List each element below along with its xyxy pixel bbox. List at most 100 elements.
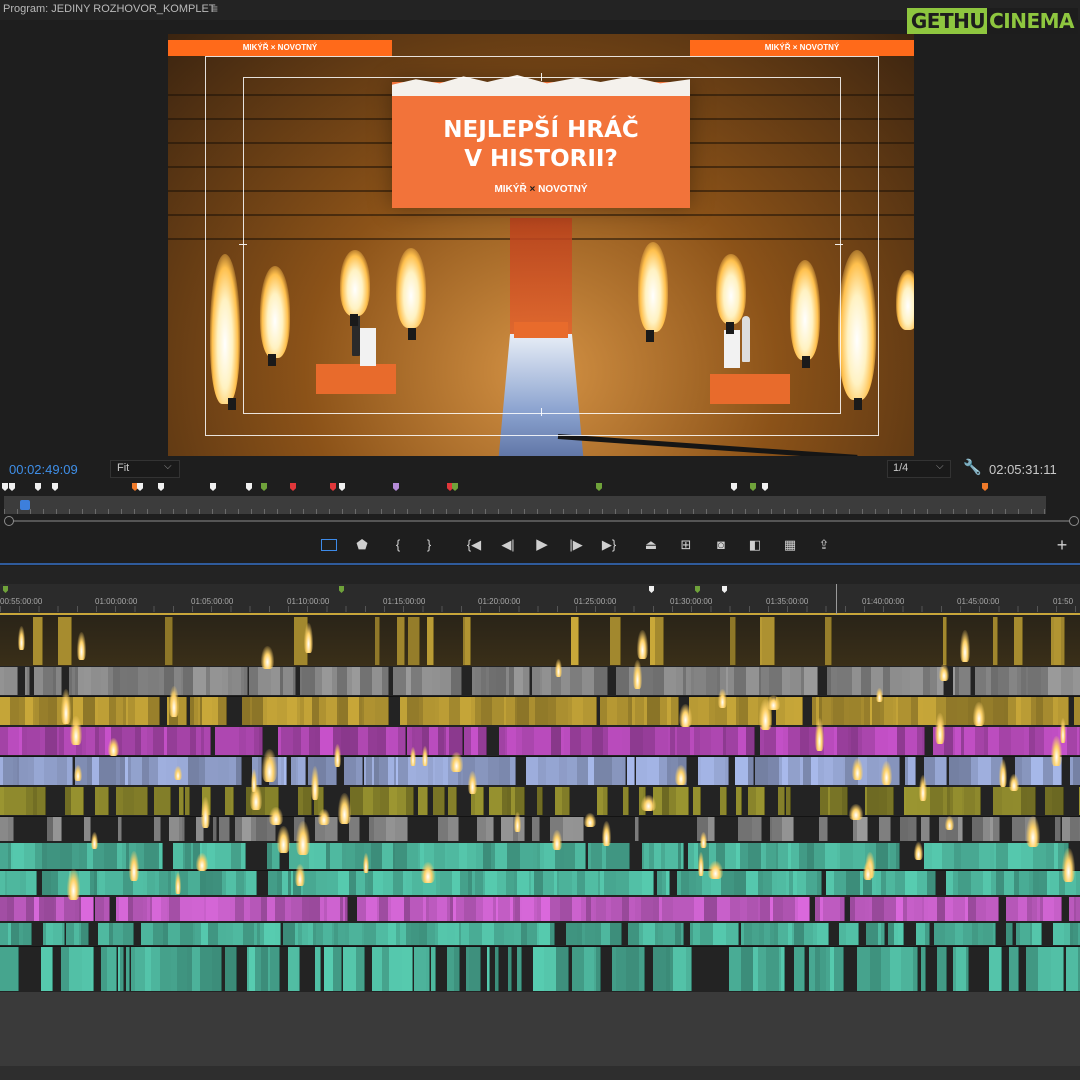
clip[interactable] [252,787,266,815]
clip[interactable] [349,923,363,945]
clip[interactable] [27,727,41,755]
clip[interactable] [0,947,14,991]
clip[interactable] [550,817,564,841]
clip[interactable] [748,843,762,869]
clip[interactable] [213,817,217,841]
video-track-v9[interactable] [0,616,1080,666]
clip[interactable] [935,757,947,785]
track-clips[interactable] [0,922,1080,946]
clip[interactable] [523,667,530,695]
clip[interactable] [91,947,94,991]
clip[interactable] [395,817,408,841]
clip[interactable] [99,787,109,815]
clip[interactable] [630,727,644,755]
clip[interactable] [241,843,246,869]
clip[interactable] [762,617,775,665]
clip[interactable] [896,843,900,869]
clip[interactable] [725,757,729,785]
export-icon[interactable]: ⇪ [813,536,835,554]
clip[interactable] [643,787,646,815]
clip[interactable] [968,697,982,725]
clip[interactable] [120,947,124,991]
clip[interactable] [1028,667,1042,695]
clip[interactable] [840,843,854,869]
clip[interactable] [53,817,62,841]
clip[interactable] [700,923,714,945]
clip[interactable] [857,817,868,841]
clip[interactable] [44,757,58,785]
clip[interactable] [546,757,560,785]
clip[interactable] [647,697,661,725]
timeline-bottom-scrollbar[interactable] [0,1066,1080,1080]
wrench-icon[interactable]: 🔧 [963,458,982,476]
clip[interactable] [786,787,791,815]
lift-icon[interactable]: ⏏ [640,536,662,554]
clip[interactable] [823,897,837,921]
clip[interactable] [148,697,160,725]
clip[interactable] [465,617,471,665]
clip[interactable] [623,787,629,815]
clip[interactable] [356,947,365,991]
export-frame-icon[interactable]: ◙ [710,536,732,554]
clip[interactable] [535,697,549,725]
clip[interactable] [135,697,149,725]
video-track-v6[interactable] [0,726,1080,756]
clip[interactable] [958,871,972,895]
clip[interactable] [629,871,643,895]
clip[interactable] [489,787,503,815]
clip[interactable] [393,667,407,695]
clip[interactable] [677,727,691,755]
clip[interactable] [478,727,487,755]
clip[interactable] [681,897,695,921]
clip[interactable] [69,947,83,991]
clip[interactable] [640,667,654,695]
clip[interactable] [720,787,727,815]
clip[interactable] [518,817,525,841]
clip[interactable] [746,667,760,695]
marker[interactable] [982,483,988,491]
clip[interactable] [1053,757,1062,785]
clip[interactable] [766,947,780,991]
clip[interactable] [179,787,184,815]
clip[interactable] [343,947,357,991]
clip[interactable] [350,787,364,815]
clip[interactable] [406,787,414,815]
clip[interactable] [469,923,483,945]
marker[interactable] [261,483,267,491]
monitor-playhead[interactable] [20,500,30,510]
clip[interactable] [550,923,555,945]
marker[interactable] [393,483,399,491]
clip[interactable] [267,817,276,841]
clip[interactable] [778,787,785,815]
clip[interactable] [921,817,930,841]
clip[interactable] [817,871,822,895]
clip[interactable] [37,787,46,815]
clip[interactable] [408,617,420,665]
clip[interactable] [7,871,21,895]
go-to-in-icon[interactable]: {◀ [463,536,485,554]
clip[interactable] [515,787,525,815]
clip[interactable] [755,757,769,785]
clip[interactable] [989,947,1002,991]
clip[interactable] [898,697,912,725]
clip[interactable] [678,757,687,785]
clip[interactable] [345,897,348,921]
clip[interactable] [448,787,457,815]
clip[interactable] [639,947,645,991]
clip[interactable] [781,947,785,991]
clip[interactable] [804,667,818,695]
clip[interactable] [610,923,622,945]
play-icon[interactable]: ▶ [531,536,553,554]
clip[interactable] [56,667,62,695]
clip[interactable] [449,727,463,755]
extract-icon[interactable]: ⊞ [675,536,697,554]
clip[interactable] [627,757,635,785]
video-track-v7[interactable] [0,696,1080,726]
clip[interactable] [1048,667,1062,695]
clip[interactable] [104,843,118,869]
timeline-playhead[interactable] [836,584,837,614]
clip[interactable] [84,817,91,841]
clip[interactable] [930,787,944,815]
clip[interactable] [840,897,845,921]
clip[interactable] [704,897,718,921]
